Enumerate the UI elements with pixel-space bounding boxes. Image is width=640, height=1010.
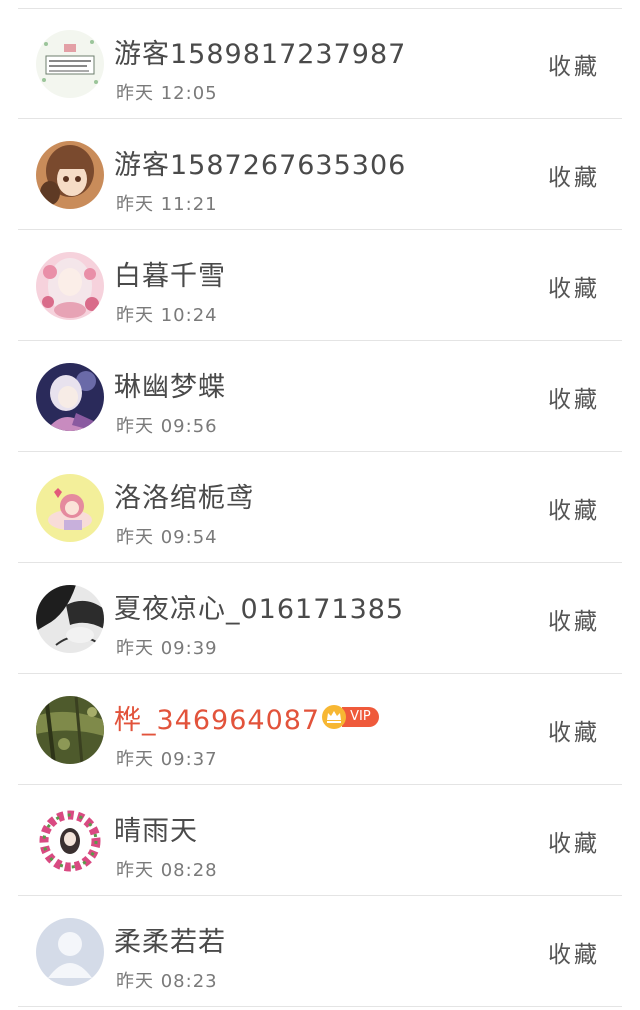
list-item[interactable]: 晴雨天 昨天 08:28 收藏 [0,786,640,896]
timestamp: 昨天 09:56 [116,416,218,437]
divider [18,229,622,230]
favorite-button[interactable]: 收藏 [548,380,600,414]
follower-list: 游客1589817237987 昨天 12:05 收藏 游客1587267635… [0,0,640,1010]
user-name[interactable]: 桦_346964087 [114,698,320,737]
favorite-button[interactable]: 收藏 [548,935,600,969]
timestamp: 昨天 08:28 [116,860,218,881]
list-item[interactable]: 夏夜凉心_016171385 昨天 09:39 收藏 [0,564,640,674]
list-item[interactable]: 白暮千雪 昨天 10:24 收藏 [0,231,640,341]
favorite-button[interactable]: 收藏 [548,269,600,303]
avatar[interactable] [36,918,104,986]
list-item[interactable]: 桦_346964087 VIP 昨天 09:37 收藏 [0,675,640,785]
user-name[interactable]: 夏夜凉心_016171385 [114,587,404,626]
divider [18,562,622,563]
timestamp: 昨天 09:37 [116,749,218,770]
user-name[interactable]: 游客1589817237987 [114,32,406,71]
divider [18,118,622,119]
list-item[interactable]: 柔柔若若 昨天 08:23 收藏 [0,897,640,1007]
user-name[interactable]: 晴雨天 [114,809,198,848]
avatar[interactable] [36,474,104,542]
timestamp: 昨天 12:05 [116,83,218,104]
timestamp: 昨天 09:39 [116,638,218,659]
list-item[interactable]: 游客1589817237987 昨天 12:05 收藏 [0,9,640,119]
divider [18,895,622,896]
list-item[interactable]: 琳幽梦蝶 昨天 09:56 收藏 [0,342,640,452]
avatar[interactable] [36,141,104,209]
list-item[interactable]: 游客1587267635306 昨天 11:21 收藏 [0,120,640,230]
timestamp: 昨天 09:54 [116,527,218,548]
favorite-button[interactable]: 收藏 [548,158,600,192]
avatar[interactable] [36,363,104,431]
divider [18,340,622,341]
user-name[interactable]: 柔柔若若 [114,920,226,959]
divider [18,1006,622,1007]
favorite-button[interactable]: 收藏 [548,47,600,81]
avatar[interactable] [36,30,104,98]
divider [18,784,622,785]
favorite-button[interactable]: 收藏 [548,713,600,747]
divider [18,673,622,674]
user-name[interactable]: 琳幽梦蝶 [114,365,226,404]
user-name[interactable]: 洛洛绾栀鸢 [114,476,254,515]
user-name[interactable]: 游客1587267635306 [114,143,406,182]
favorite-button[interactable]: 收藏 [548,824,600,858]
avatar[interactable] [36,807,104,875]
timestamp: 昨天 10:24 [116,305,218,326]
vip-badge: VIP [342,707,379,727]
crown-icon [322,705,347,729]
favorite-button[interactable]: 收藏 [548,491,600,525]
avatar[interactable] [36,585,104,653]
user-name[interactable]: 白暮千雪 [114,254,226,293]
avatar[interactable] [36,696,104,764]
list-item[interactable]: 洛洛绾栀鸢 昨天 09:54 收藏 [0,453,640,563]
favorite-button[interactable]: 收藏 [548,602,600,636]
avatar[interactable] [36,252,104,320]
divider [18,451,622,452]
timestamp: 昨天 11:21 [116,194,218,215]
timestamp: 昨天 08:23 [116,971,218,992]
